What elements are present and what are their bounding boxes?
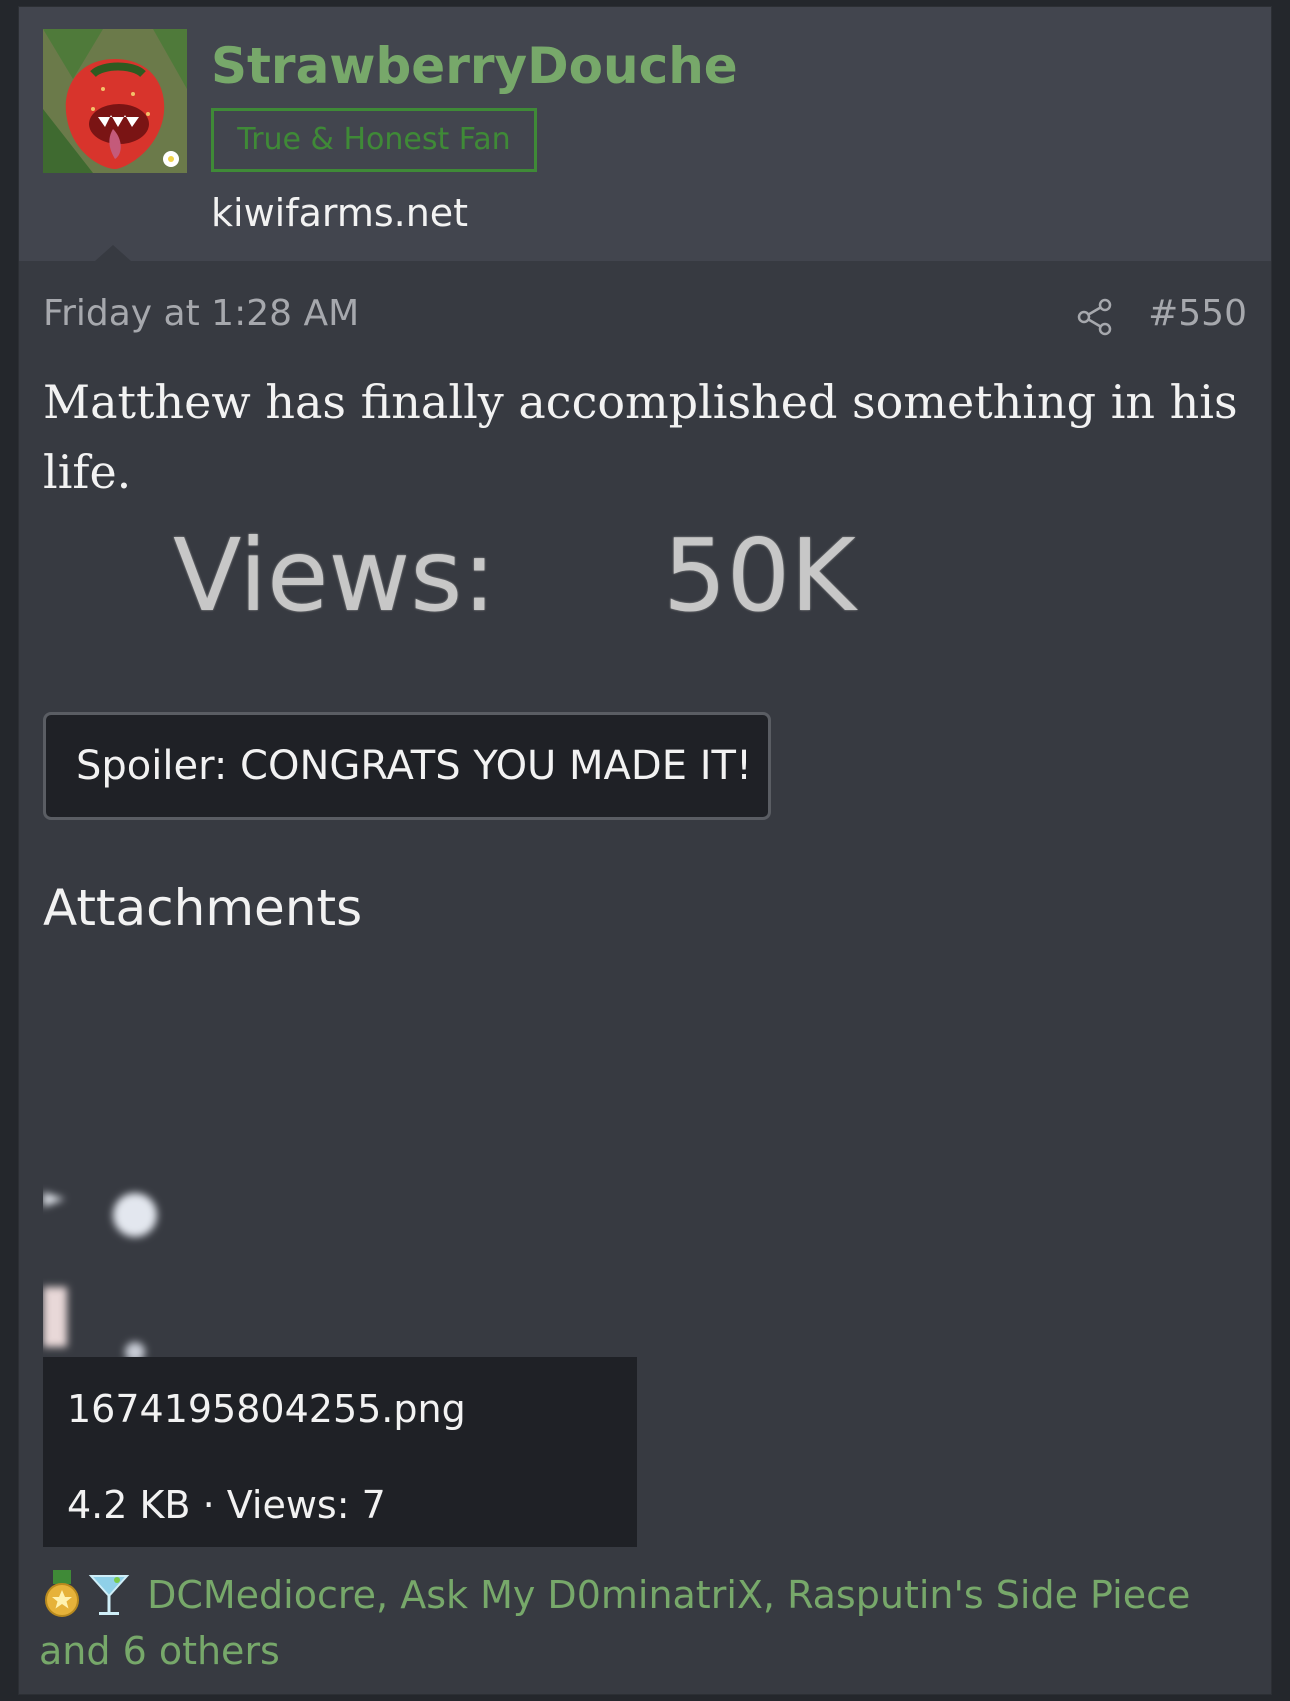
username-link[interactable]: StrawberryDouche: [211, 37, 738, 95]
post-container: StrawberryDouche True & Honest Fan kiwif…: [18, 6, 1272, 1695]
cocktail-icon: [88, 1575, 130, 1615]
avatar[interactable]: [43, 29, 187, 173]
attachment-filename[interactable]: 1674195804255.png: [67, 1387, 466, 1431]
attachment-card[interactable]: 1674195804255.png 4.2 KB · Views: 7: [43, 1147, 637, 1547]
reaction-icons[interactable]: [39, 1570, 135, 1618]
views-image[interactable]: Views: 50K: [43, 517, 923, 667]
avatar-image: [43, 29, 187, 173]
views-image-label: Views:: [173, 517, 497, 634]
user-title-badge: True & Honest Fan: [211, 108, 537, 172]
medal-icon: [45, 1570, 79, 1617]
header-pointer: [95, 245, 131, 261]
attachment-thumbnail[interactable]: [43, 1147, 637, 1357]
attachment-meta: 4.2 KB · Views: 7: [67, 1483, 386, 1527]
reactions-users-link[interactable]: DCMediocre, Ask My D0minatriX, Rasputin'…: [39, 1573, 1190, 1673]
thumbnail-image: [43, 1192, 157, 1357]
attachments-heading: Attachments: [43, 879, 363, 937]
views-image-value: 50K: [663, 517, 856, 634]
user-header: StrawberryDouche True & Honest Fan kiwif…: [19, 7, 1271, 261]
user-banner: kiwifarms.net: [211, 191, 469, 235]
share-icon[interactable]: [1075, 297, 1115, 337]
post-number-link[interactable]: #550: [1148, 293, 1247, 334]
reactions-bar: DCMediocre, Ask My D0minatriX, Rasputin'…: [39, 1567, 1249, 1679]
attachment-info: 1674195804255.png 4.2 KB · Views: 7: [43, 1357, 637, 1547]
spoiler-button[interactable]: Spoiler: CONGRATS YOU MADE IT!: [43, 712, 771, 820]
message-text: Matthew has finally accomplished somethi…: [43, 375, 1238, 499]
post-date[interactable]: Friday at 1:28 AM: [43, 293, 359, 334]
